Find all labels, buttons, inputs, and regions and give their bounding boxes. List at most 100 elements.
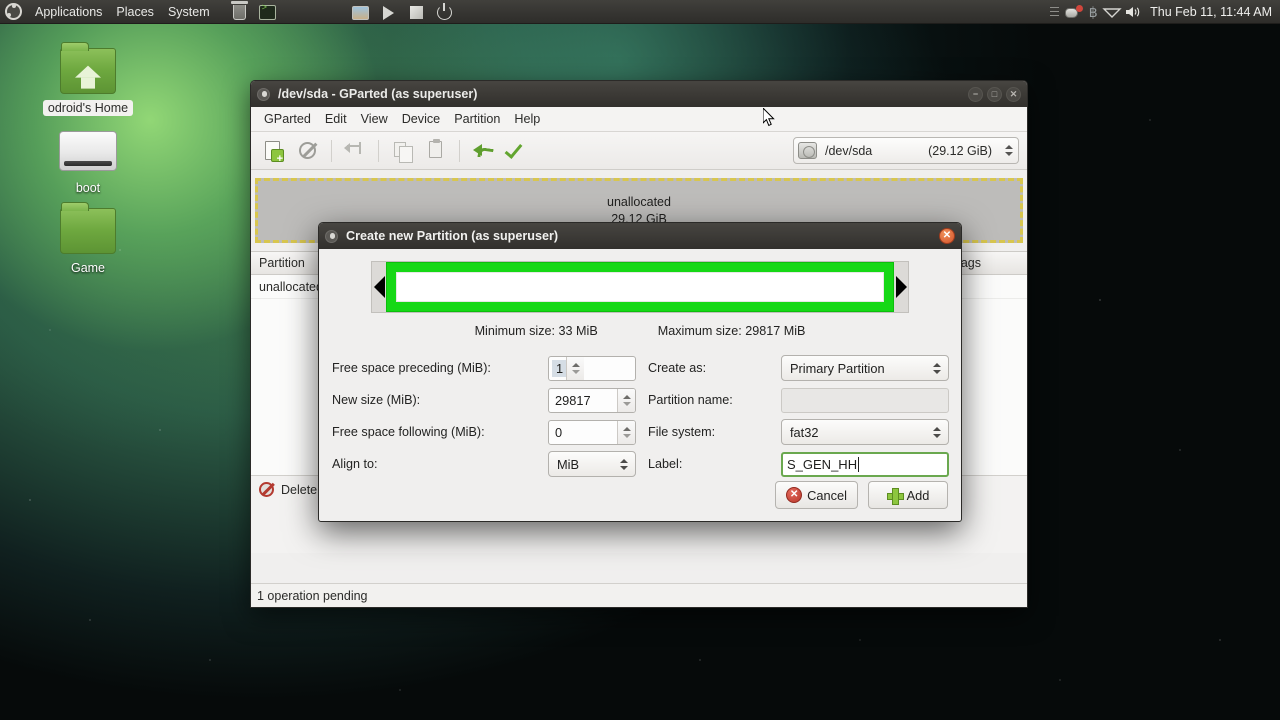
chevron-updown-icon[interactable] — [930, 363, 948, 374]
play-icon[interactable] — [378, 1, 400, 23]
hard-disk-icon — [798, 142, 817, 159]
dialog-title: Create new Partition (as superuser) — [346, 229, 558, 243]
bluetooth-icon[interactable]: ฿ — [1087, 4, 1099, 20]
resize-left-handle[interactable] — [372, 262, 386, 312]
window-app-icon — [257, 88, 270, 101]
field-free-space-preceding: Free space preceding (MiB): 1 — [332, 352, 636, 384]
ubuntu-logo-icon[interactable] — [5, 3, 22, 20]
dialog-titlebar[interactable]: Create new Partition (as superuser) ✕ — [319, 223, 961, 249]
add-button-label: Add — [907, 488, 930, 503]
partition-size-bar[interactable] — [386, 262, 894, 312]
column-header-partition[interactable]: Partition — [251, 252, 326, 274]
file-system-select[interactable]: fat32 — [781, 419, 949, 445]
chevron-updown-icon[interactable] — [617, 459, 635, 470]
label-input-value: S_GEN_HH — [787, 457, 857, 472]
field-new-size: New size (MiB): 29817 — [332, 384, 636, 416]
stepper-arrows[interactable] — [617, 389, 635, 412]
desktop-icon-label: odroid's Home — [43, 100, 133, 116]
disk-partition-name: unallocated — [607, 194, 671, 211]
close-button[interactable]: ✕ — [1006, 87, 1021, 102]
free-space-preceding-stepper[interactable]: 1 — [548, 356, 636, 381]
text-caret — [858, 457, 859, 472]
field-label: Align to: — [332, 457, 548, 471]
device-selector[interactable]: /dev/sda (29.12 GiB) — [793, 137, 1019, 164]
maximize-button[interactable]: □ — [987, 87, 1002, 102]
power-icon[interactable] — [434, 1, 456, 23]
stepper-arrows[interactable] — [617, 421, 635, 444]
undo-icon[interactable] — [468, 137, 498, 165]
cancel-button[interactable]: ✕ Cancel — [775, 481, 858, 509]
menu-view[interactable]: View — [354, 109, 395, 129]
add-button[interactable]: Add — [868, 481, 948, 509]
device-name: /dev/sda — [825, 144, 872, 158]
field-value: fat32 — [782, 425, 930, 440]
field-label: Label: S_GEN_HH — [648, 448, 949, 480]
panel-tray: ฿ Thu Feb 11, 11:44 AM — [1050, 4, 1280, 20]
mouse-battery-icon[interactable] — [1064, 4, 1084, 19]
desktop-icon-odroids-home[interactable]: odroid's Home — [33, 48, 143, 117]
create-partition-dialog: Create new Partition (as superuser) ✕ Mi… — [318, 222, 962, 522]
partition-name-input[interactable] — [781, 388, 949, 413]
size-limits: Minimum size: 33 MiB Maximum size: 29817… — [332, 324, 948, 338]
copy-icon[interactable] — [387, 137, 417, 165]
field-value: 1 — [552, 360, 566, 377]
panel-clock[interactable]: Thu Feb 11, 11:44 AM — [1145, 5, 1272, 19]
new-partition-icon[interactable] — [259, 137, 289, 165]
partition-size-slider[interactable] — [371, 261, 909, 313]
volume-icon[interactable] — [1125, 5, 1142, 19]
minimize-button[interactable]: − — [968, 87, 983, 102]
menu-lines-icon[interactable] — [1050, 7, 1059, 16]
menu-help[interactable]: Help — [507, 109, 547, 129]
dialog-close-button[interactable]: ✕ — [939, 228, 955, 244]
desktop-icon-boot[interactable]: boot — [33, 128, 143, 197]
stepper-arrows[interactable] — [566, 357, 584, 380]
menu-partition[interactable]: Partition — [447, 109, 507, 129]
desktop-icon-game[interactable]: Game — [33, 208, 143, 277]
device-selector-arrows[interactable] — [1004, 142, 1013, 159]
field-label: Partition name: — [648, 393, 781, 407]
maximum-size-label: Maximum size: 29817 MiB — [658, 324, 806, 338]
resize-right-handle[interactable] — [894, 262, 908, 312]
field-free-space-following: Free space following (MiB): 0 — [332, 416, 636, 448]
desktop-icon-label: boot — [71, 180, 105, 196]
stop-icon[interactable] — [406, 1, 428, 23]
wifi-icon[interactable] — [1102, 5, 1122, 19]
panel-menu-applications[interactable]: Applications — [28, 0, 109, 24]
align-to-select[interactable]: MiB — [548, 451, 636, 477]
free-space-following-stepper[interactable]: 0 — [548, 420, 636, 445]
panel-menu-places[interactable]: Places — [109, 0, 161, 24]
cancel-button-label: Cancel — [807, 488, 847, 503]
label-input[interactable]: S_GEN_HH — [781, 452, 949, 477]
new-size-stepper[interactable]: 29817 — [548, 388, 636, 413]
image-viewer-icon[interactable] — [350, 1, 372, 23]
field-label: File system: — [648, 425, 781, 439]
status-text: 1 operation pending — [257, 589, 368, 603]
chevron-updown-icon[interactable] — [930, 427, 948, 438]
field-create-as: Create as: Primary Partition — [648, 352, 949, 384]
trash-icon[interactable] — [229, 1, 251, 23]
menu-device[interactable]: Device — [395, 109, 448, 129]
resize-move-icon[interactable] — [340, 137, 370, 165]
panel-menu-system[interactable]: System — [161, 0, 217, 24]
delete-partition-icon[interactable] — [293, 137, 323, 165]
field-label: New size (MiB): — [332, 393, 548, 407]
field-value: 29817 — [549, 393, 617, 408]
field-label: Free space preceding (MiB): — [332, 361, 548, 375]
top-panel: Applications Places System ฿ Thu Feb 11,… — [0, 0, 1280, 24]
field-value: MiB — [549, 457, 617, 472]
field-partition-name: Partition name: — [648, 384, 949, 416]
terminal-icon[interactable] — [257, 1, 279, 23]
dialog-fields-left: Free space preceding (MiB): 1 New size (… — [332, 352, 636, 480]
status-bar: 1 operation pending — [251, 583, 1027, 607]
menu-gparted[interactable]: GParted — [257, 109, 318, 129]
window-titlebar[interactable]: /dev/sda - GParted (as superuser) − □ ✕ — [251, 81, 1027, 107]
add-icon — [887, 488, 902, 503]
panel-left-group: Applications Places System — [0, 0, 459, 23]
partition-used-area — [396, 272, 884, 302]
apply-icon[interactable] — [502, 137, 532, 165]
operation-text: Delete — [281, 483, 317, 497]
menu-edit[interactable]: Edit — [318, 109, 354, 129]
paste-icon[interactable] — [421, 137, 451, 165]
field-value: 0 — [549, 425, 617, 440]
create-as-select[interactable]: Primary Partition — [781, 355, 949, 381]
